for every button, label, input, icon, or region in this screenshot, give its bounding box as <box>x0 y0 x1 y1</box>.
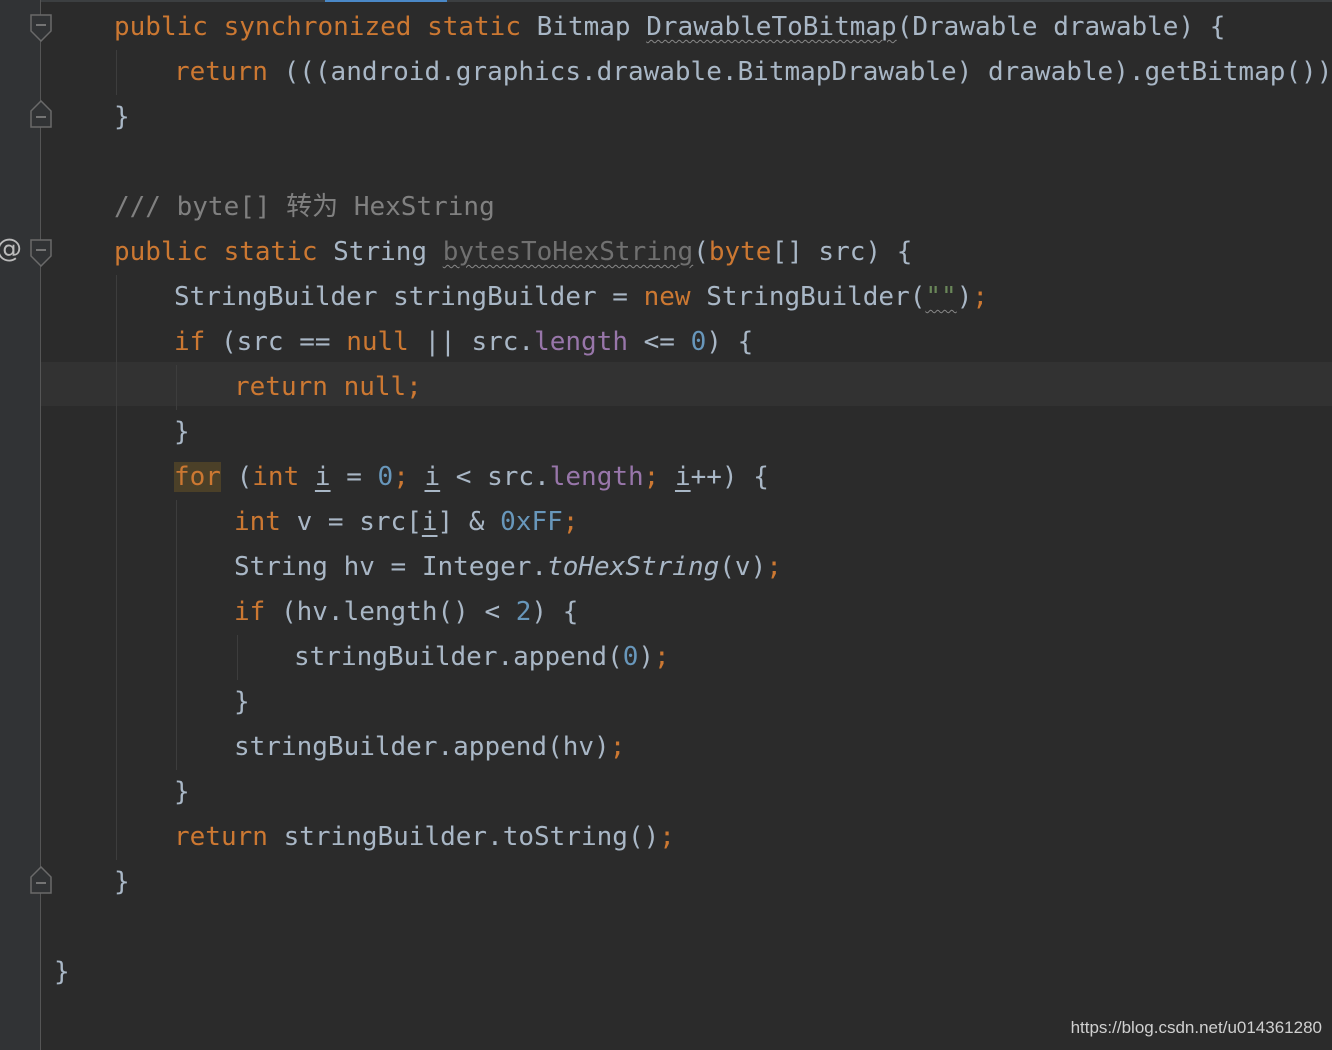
code-line-6[interactable]: StringBuilder stringBuilder = new String… <box>174 275 988 320</box>
indent-guide <box>237 635 238 680</box>
code-line-10[interactable]: for (int i = 0; i < src.length; i++) { <box>174 455 769 500</box>
code-line-7[interactable]: if (src == null || src.length <= 0) { <box>174 320 753 365</box>
code-line-16[interactable]: stringBuilder.append(hv); <box>234 725 625 770</box>
fold-end-icon[interactable] <box>30 866 52 894</box>
code-line-18[interactable]: return stringBuilder.toString(); <box>174 815 675 860</box>
fold-start-icon[interactable] <box>30 14 52 42</box>
fold-start-icon[interactable] <box>30 239 52 267</box>
code-line-17[interactable]: } <box>174 770 190 815</box>
editor-tab-strip <box>0 0 1332 2</box>
code-line-5[interactable]: public static String bytesToHexString(by… <box>114 230 912 275</box>
code-line-9[interactable]: } <box>174 410 190 455</box>
override-marker-icon[interactable]: @ <box>0 234 22 264</box>
code-line-comment[interactable]: /// byte[] 转为 HexString <box>114 185 495 230</box>
method-name-deprecated[interactable]: DrawableToBitmap <box>646 12 896 42</box>
code-line-19[interactable]: } <box>114 860 130 905</box>
code-line-11[interactable]: int v = src[i] & 0xFF; <box>234 500 578 545</box>
code-line-3[interactable]: } <box>114 95 130 140</box>
code-line-8-current[interactable]: return null; <box>234 365 422 410</box>
code-line-15[interactable]: } <box>234 680 250 725</box>
indent-guide <box>116 275 117 860</box>
code-line-12[interactable]: String hv = Integer.toHexString(v); <box>234 545 782 590</box>
indent-guide <box>176 365 177 410</box>
indent-guide <box>176 500 177 770</box>
code-line-class-close[interactable]: } <box>54 950 70 995</box>
method-name-unused[interactable]: bytesToHexString <box>443 237 693 267</box>
watermark: https://blog.csdn.net/u014361280 <box>1070 1018 1322 1037</box>
code-line-14[interactable]: stringBuilder.append(0); <box>294 635 670 680</box>
indent-guide <box>116 50 117 95</box>
code-line-1[interactable]: public synchronized static Bitmap Drawab… <box>114 5 1225 50</box>
empty-string-literal[interactable]: "" <box>925 282 956 312</box>
active-tab-indicator[interactable] <box>325 0 447 2</box>
for-keyword-highlight[interactable]: for <box>174 462 221 492</box>
fold-end-icon[interactable] <box>30 100 52 128</box>
code-line-13[interactable]: if (hv.length() < 2) { <box>234 590 578 635</box>
code-line-2[interactable]: return (((android.graphics.drawable.Bitm… <box>174 50 1332 95</box>
